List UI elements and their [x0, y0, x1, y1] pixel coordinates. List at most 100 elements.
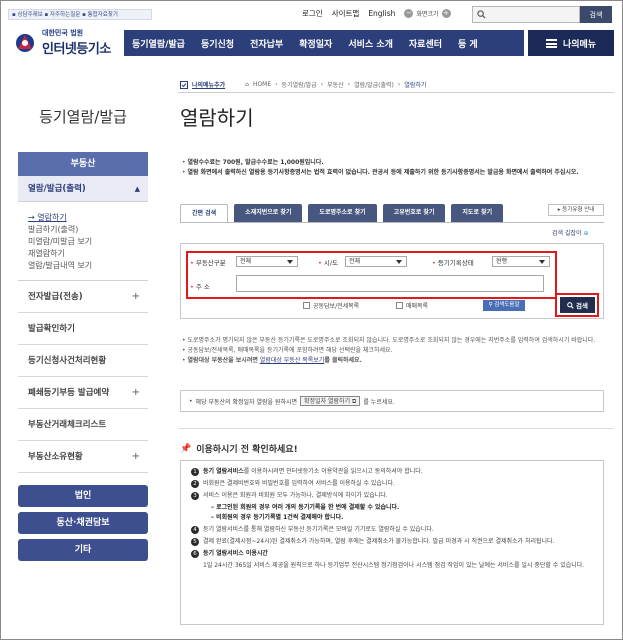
search-guide-link[interactable]: 검색 길잡이 ⊕ [552, 228, 588, 237]
sidebar-subitems: → 열람하기 발급하기(출력) 미열람/미발급 보기 재열람하기 열람/발급내역… [18, 202, 148, 281]
sidebar-subitem-view[interactable]: → 열람하기 [28, 212, 148, 224]
tab-map[interactable]: 지도로 찾기 [451, 204, 504, 222]
joint-collateral-checkbox[interactable]: 공동담보/전세목록 [303, 301, 359, 310]
divider [178, 92, 614, 93]
sidebar-item-checklist[interactable]: 부동산거래체크리스트 [18, 409, 148, 441]
info-text: 를 누르세요. [363, 398, 395, 406]
highlight-box [555, 293, 599, 317]
top-links: 로그인 사이트맵 English − 화면크기 + [302, 8, 451, 19]
sidebar-subitem-unviewed[interactable]: 미열람/미발급 보기 [28, 236, 148, 248]
breadcrumb-item[interactable]: HOME [253, 81, 271, 88]
registry-type-guide-button[interactable]: ▸ 등기유형 안내 [548, 204, 604, 216]
login-link[interactable]: 로그인 [302, 8, 323, 19]
breadcrumb-item[interactable]: 열람/발급(출력) [354, 80, 394, 89]
sidebar-subitem-review[interactable]: 재열람하기 [28, 248, 148, 260]
list-item: 3 서비스 이용은 회원과 비회원 모두 가능하나, 결제방식에 차이가 있습니다… [191, 491, 593, 501]
chevron-right-icon: › [275, 81, 278, 88]
menu-icon [545, 38, 557, 48]
site-search: 검색 [472, 6, 612, 23]
zoom-out-icon[interactable]: − [404, 9, 414, 18]
list-item: 2 비회원은 결제비번호와 비밀번호를 입력하여 서비스를 이용하실 수 있습니다… [191, 479, 593, 489]
tab-simple-search[interactable]: 간편 검색 [180, 204, 229, 222]
sidebar-button-movables[interactable]: 동산·채권담보 [18, 512, 148, 534]
zoom-in-icon[interactable]: + [441, 9, 451, 18]
fixed-date-view-button[interactable]: 확정일자 열람하기 ⧉ [300, 396, 361, 406]
sidebar-button-corporation[interactable]: 법인 [18, 485, 148, 507]
nav-item-view-issue[interactable]: 등기열람/발급 [124, 37, 193, 50]
site-logo[interactable]: 대한민국 법원 인터넷등기소 [12, 28, 111, 57]
breadcrumb-item[interactable]: 등기열람/발급 [282, 80, 317, 89]
note-line: • 열람대상 부동산을 보시려면 열람대상 부동산 목록보기를 클릭하세요. [182, 357, 362, 364]
chevron-up-icon: ▲ [134, 185, 140, 193]
search-input[interactable] [472, 6, 580, 23]
notice-line: • 열람 화면에서 출력하신 열람용 등기사항증명서는 법적 효력이 없습니다.… [182, 169, 579, 176]
sidebar-item-ownership[interactable]: 부동산소유현황 + [18, 441, 148, 473]
search-icon: ⚲ [488, 302, 493, 308]
checkbox-box [303, 302, 310, 309]
nav-item-apply[interactable]: 등기신청 [193, 37, 242, 50]
my-menu-label: 나의메뉴 [562, 39, 597, 50]
sidebar: 부동산 열람/발급(출력) ▲ → 열람하기 발급하기(출력) 미열람/미발급 … [18, 152, 148, 561]
sidebar-item-verify[interactable]: 발급확인하기 [18, 313, 148, 345]
sidebar-button-other[interactable]: 기타 [18, 539, 148, 561]
logo-title: 인터넷등기소 [42, 42, 111, 57]
breadcrumb-item[interactable]: 부동산 [327, 80, 344, 89]
search-tabs: 간편 검색 소재지번으로 찾기 도로명주소로 찾기 고유번호로 찾기 지도로 찾… [180, 204, 504, 222]
sitemap-link[interactable]: 사이트맵 [332, 8, 360, 19]
list-item: 6 등기 열람서비스 이용시간 [191, 549, 593, 559]
list-subitem: – 비회원의 경우 등기기록별 1건씩 결제해야 합니다. [211, 514, 344, 521]
plus-icon: + [131, 451, 140, 462]
list-subitem: – 로그인된 회원의 경우 여러 개의 등기기록을 한 번에 결제할 수 있습니… [211, 504, 400, 511]
list-item: 5 결제 완료(결제시점~24시)된 결제취소가 가능하며, 열람 후에는 결제취… [191, 537, 593, 547]
nav-item-fixed-date[interactable]: 확정일자 [291, 37, 340, 50]
quick-links[interactable]: ▪ 상담주제보 ▪ 자주하는질문 ▪ 통합자료찾기 [8, 9, 152, 20]
sidebar-section-real-estate[interactable]: 부동산 [18, 152, 148, 176]
nav-item-board[interactable]: 등 게 [450, 37, 486, 50]
sidebar-item-e-issue[interactable]: 전자발급(전송) + [18, 281, 148, 313]
list-item: 1 등기 열람서비스를 이용하시려면 인터넷등기소 이용약관을 읽으시고 동의하셔… [191, 467, 593, 477]
fee-notices: • 열람수수료는 700원, 발급수수료는 1,000원입니다. • 열람 화면… [182, 158, 607, 178]
search-icon [477, 10, 486, 19]
english-link[interactable]: English [368, 9, 395, 18]
note-line: • 공동담보/전세목록, 매매목록을 등기기록에 포함하려면 해당 선택란을 체… [182, 347, 393, 354]
home-icon: ⌂ [245, 81, 249, 88]
checklist-title: 📌 이용하시기 전 확인하세요! [180, 443, 298, 456]
sidebar-item-closed-reservation[interactable]: 폐쇄등기부등 발급예약 + [18, 377, 148, 409]
sidebar-subitem-issue[interactable]: 발급하기(출력) [28, 224, 148, 236]
info-text: 해당 부동산의 확정일자 열람을 원하시면 [195, 398, 298, 406]
nav-item-service[interactable]: 서비스 소개 [340, 37, 401, 50]
checklist-box: 1 등기 열람서비스를 이용하시려면 인터넷등기소 이용약관을 읽으시고 동의하셔… [180, 460, 604, 625]
list-subitem: 1일 24시간 365일 서비스 제공을 원칙으로 하나 등기업무 전산시스템 … [203, 562, 585, 569]
logo-subtitle: 대한민국 법원 [42, 29, 84, 37]
chevron-right-icon: › [320, 81, 324, 88]
pin-icon: 📌 [180, 443, 192, 454]
sidebar-item-view-issue[interactable]: 열람/발급(출력) ▲ [18, 176, 148, 202]
main-nav: 등기열람/발급 등기신청 전자납부 확정일자 서비스 소개 자료센터 등 게 [124, 30, 524, 56]
sidebar-item-case-status[interactable]: 등기신청사건처리현황 [18, 345, 148, 377]
external-link-icon: ⧉ [352, 398, 357, 405]
court-emblem-icon [16, 33, 34, 52]
divider [180, 222, 604, 223]
search-button[interactable]: 검색 [580, 6, 612, 23]
property-list-link[interactable]: 열람대상 부동산 목록보기 [260, 357, 325, 364]
nav-item-e-payment[interactable]: 전자납부 [242, 37, 291, 50]
sidebar-item-label: 열람/발급(출력) [28, 184, 86, 194]
tab-road-address[interactable]: 도로명주소로 찾기 [308, 204, 377, 222]
add-my-menu-link[interactable]: 나의메뉴추가 [192, 80, 225, 89]
checkbox-box [396, 302, 403, 309]
address-help-button[interactable]: ⚲ 검색도움말 [483, 300, 525, 311]
trade-list-checkbox[interactable]: 매매목록 [396, 301, 428, 310]
zoom-control: − 화면크기 + [404, 9, 451, 18]
note-line: • 도로명주소가 명기되지 않은 부동산 등기기록은 도로명주소로 조회되지 않… [182, 337, 596, 344]
checkbox-icon [180, 80, 188, 89]
tab-lot-number[interactable]: 소재지번으로 찾기 [234, 204, 303, 222]
my-menu-button[interactable]: 나의메뉴 [528, 30, 614, 56]
sidebar-subitem-history[interactable]: 열람/발급내역 보기 [28, 260, 148, 272]
breadcrumb: 나의메뉴추가 ⌂ HOME › 등기열람/발급 › 부동산 › 열람/발급(출력) › … [180, 80, 610, 89]
breadcrumb-current: 열람하기 [404, 82, 427, 89]
plus-circle-icon: ⊕ [583, 230, 589, 237]
tab-unique-number[interactable]: 고유번호로 찾기 [382, 204, 446, 222]
page-title: 열람하기 [180, 106, 254, 130]
nav-item-resources[interactable]: 자료센터 [401, 37, 450, 50]
zoom-label: 화면크기 [416, 11, 439, 18]
